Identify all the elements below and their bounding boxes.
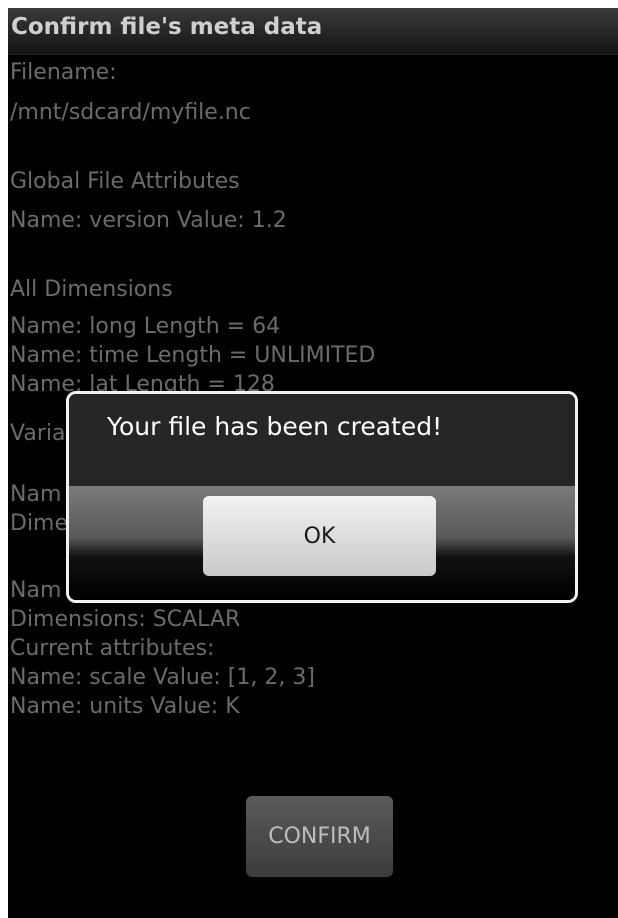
variables-heading: Varia [10,421,66,446]
dialog-header: Your file has been created! [69,394,575,486]
dimensions-heading: All Dimensions [10,277,173,302]
alert-dialog: Your file has been created! OK [66,391,578,603]
page-title: Confirm file's meta data [11,14,323,40]
dialog-button-bar: OK [69,486,575,600]
ok-button[interactable]: OK [203,496,436,576]
variable-name-1: Nam [10,482,62,507]
global-attributes-heading: Global File Attributes [10,169,240,194]
filename-value: /mnt/sdcard/myfile.nc [10,100,251,125]
attribute-units: Name: units Value: K [10,694,240,719]
variable-dimensions-2: Dimensions: SCALAR [10,607,241,632]
title-bar: Confirm file's meta data [8,8,618,55]
dimension-long: Name: long Length = 64 [10,314,281,339]
variable-dimensions-1: Dime [10,511,69,536]
current-attributes-heading: Current attributes: [10,636,215,661]
dimension-time: Name: time Length = UNLIMITED [10,343,376,368]
filename-label: Filename: [10,60,117,85]
variable-name-2: Nam [10,578,62,603]
dialog-message: Your file has been created! [107,412,443,441]
attribute-scale: Name: scale Value: [1, 2, 3] [10,665,315,690]
app-screen: Confirm file's meta data Filename: /mnt/… [8,8,618,918]
confirm-button[interactable]: CONFIRM [246,796,393,877]
global-attribute-version: Name: version Value: 1.2 [10,208,287,233]
